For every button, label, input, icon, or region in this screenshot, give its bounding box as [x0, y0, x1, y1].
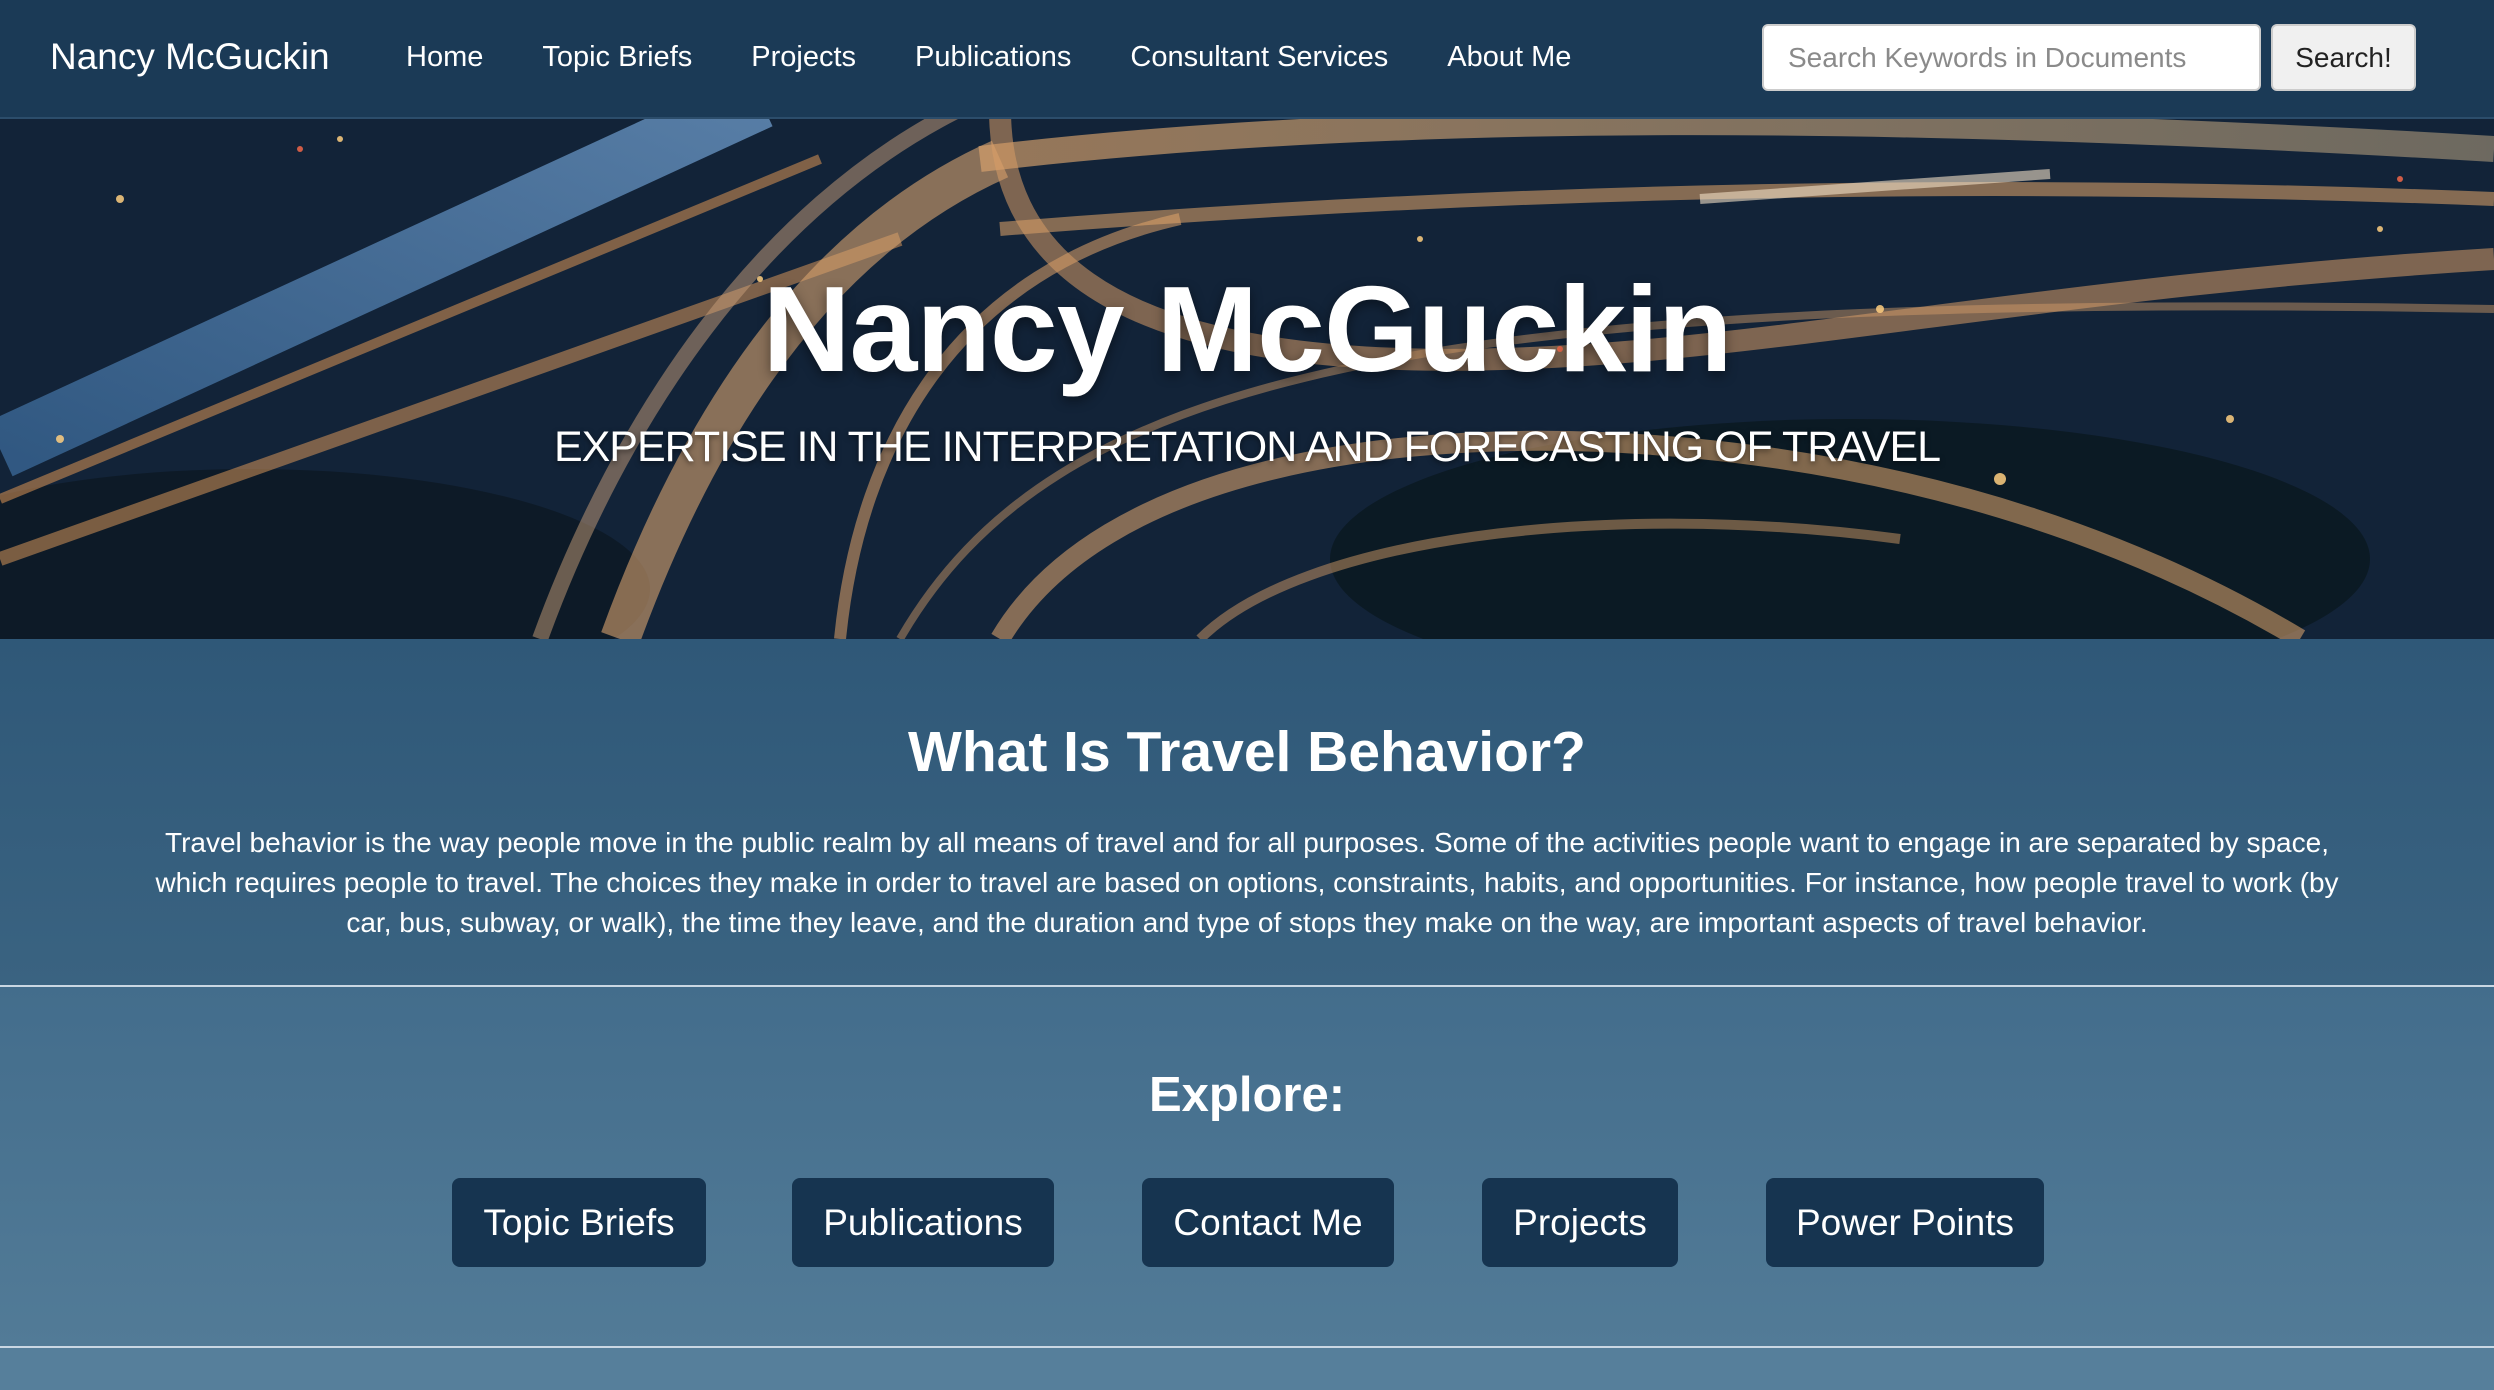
travel-behavior-section: What Is Travel Behavior? Travel behavior…	[0, 639, 2494, 985]
top-navbar: Nancy McGuckin Home Topic Briefs Project…	[0, 0, 2494, 119]
explore-heading: Explore:	[1148, 1068, 1346, 1122]
explore-section: Explore: Topic Briefs Publications Conta…	[0, 987, 2494, 1346]
nav-publications-link[interactable]: Publications	[915, 32, 1071, 82]
hero-subtitle: EXPERTISE IN THE INTERPRETATION AND FORE…	[553, 423, 1941, 471]
brand-link[interactable]: Nancy McGuckin	[50, 32, 330, 82]
next-section-strip	[0, 1348, 2494, 1390]
search-input[interactable]	[1762, 24, 2261, 91]
search-button[interactable]: Search!	[2271, 24, 2416, 91]
explore-contact-me-button[interactable]: Contact Me	[1142, 1178, 1394, 1267]
hero-banner: Nancy McGuckin EXPERTISE IN THE INTERPRE…	[0, 119, 2494, 639]
explore-projects-button[interactable]: Projects	[1482, 1178, 1678, 1267]
explore-power-points-button[interactable]: Power Points	[1766, 1178, 2044, 1267]
section-heading: What Is Travel Behavior?	[908, 720, 1586, 784]
section-body-text: Travel behavior is the way people move i…	[155, 827, 2339, 938]
nav-links: Home Topic Briefs Projects Publications …	[406, 32, 1630, 82]
nav-consultant-services-link[interactable]: Consultant Services	[1130, 32, 1388, 82]
nav-home-link[interactable]: Home	[406, 32, 483, 82]
nav-about-me-link[interactable]: About Me	[1447, 32, 1571, 82]
explore-topic-briefs-button[interactable]: Topic Briefs	[452, 1178, 706, 1267]
nav-projects-link[interactable]: Projects	[751, 32, 856, 82]
explore-publications-button[interactable]: Publications	[792, 1178, 1054, 1267]
nav-topic-briefs-link[interactable]: Topic Briefs	[542, 32, 692, 82]
hero-title: Nancy McGuckin	[762, 261, 1732, 397]
